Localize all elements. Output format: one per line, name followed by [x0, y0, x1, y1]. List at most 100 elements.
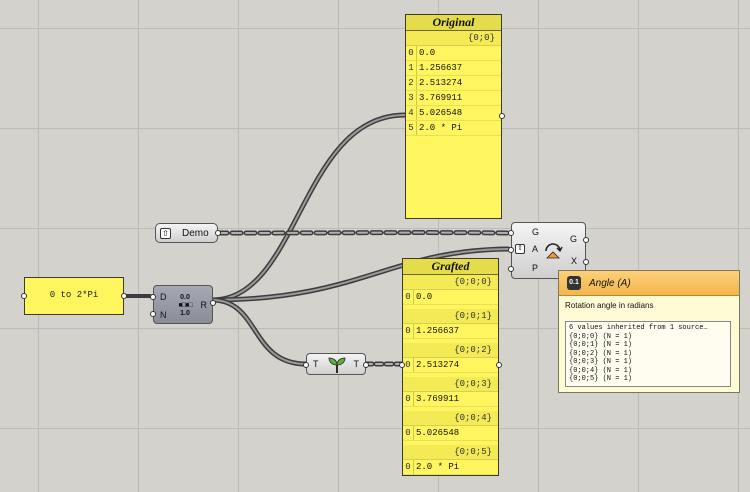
item-value: 3.769911 — [419, 93, 463, 103]
list-item: 5 2.0 * Pi — [406, 121, 501, 136]
item-index: 1 — [406, 61, 417, 75]
output-grip[interactable] — [583, 237, 589, 243]
input-grip[interactable] — [508, 247, 514, 253]
list-item: 1 1.256637 — [406, 61, 501, 76]
output-grip[interactable] — [363, 362, 369, 368]
item-index: 4 — [406, 106, 417, 120]
tooltip-line: {0;0;5} (N = 1) — [569, 375, 633, 383]
tree-output-label[interactable]: T — [354, 359, 360, 369]
wire-range-to-graft[interactable] — [209, 297, 309, 367]
original-panel-title: Original — [406, 15, 501, 31]
range-icon-dots: ■□■□ — [178, 302, 193, 309]
range-icon-start: 0.0 — [180, 294, 190, 301]
item-index: 0 — [403, 460, 414, 474]
branch-path: {0;0;2} — [403, 343, 498, 358]
list-item: 0 2.513274 — [403, 358, 498, 373]
original-panel[interactable]: Original {0;0} 0 0.0 1 1.256637 2 2.513274 … — [405, 14, 505, 219]
output-grip[interactable] — [121, 293, 127, 299]
original-panel-body: {0;0} 0 0.0 1 1.256637 2 2.513274 3 3.769911… — [406, 31, 501, 136]
list-item: 0 0.0 — [403, 290, 498, 305]
tooltip-description: Rotation angle in radians — [565, 301, 654, 310]
angle-input-toggle[interactable]: ⇧ — [515, 244, 525, 254]
parameter-tooltip: 0.1 Angle (A) Rotation angle in radians … — [558, 270, 740, 393]
rotate-icon — [545, 243, 563, 259]
item-index: 0 — [403, 290, 414, 304]
geometry-input-label[interactable]: G — [532, 227, 539, 237]
range-output-label[interactable]: R — [201, 300, 208, 310]
tooltip-line: {0;0;3} (N = 1) — [569, 358, 633, 366]
list-item: 4 5.026548 — [406, 106, 501, 121]
branch-path: {0;0;0} — [403, 275, 498, 290]
output-grip[interactable] — [210, 300, 216, 306]
branch-path: {0;0;3} — [403, 377, 498, 392]
input-grip[interactable] — [21, 293, 27, 299]
item-value: 0.0 — [416, 292, 433, 302]
tooltip-header: 0.1 Angle (A) — [559, 271, 739, 296]
angle-input-label[interactable]: A — [532, 244, 538, 254]
range-component[interactable]: D N R 0.0 ■□■□ 1.0 — [150, 285, 216, 324]
list-item: 0 5.026548 — [403, 426, 498, 441]
tooltip-summary: 6 values inherited from 1 source… — [569, 324, 708, 332]
input-grip[interactable] — [150, 311, 156, 317]
output-grip[interactable] — [215, 230, 221, 236]
branch-path: {0;0} — [406, 31, 501, 46]
item-index: 0 — [403, 392, 414, 406]
output-grip[interactable] — [583, 259, 589, 265]
item-value: 2.0 * Pi — [419, 123, 463, 133]
item-value: 2.0 * Pi — [416, 462, 460, 472]
item-index: 3 — [406, 91, 417, 105]
tooltip-line: {0;0;0} (N = 1) — [569, 332, 633, 341]
branch-path: {0;0;5} — [403, 445, 498, 460]
range-icon-end: 1.0 — [180, 310, 190, 317]
list-item: 2 2.513274 — [406, 76, 501, 91]
item-index: 0 — [403, 324, 414, 338]
tooltip-line: {0;0;2} (N = 1) — [569, 349, 633, 358]
list-item: 0 0.0 — [406, 46, 501, 61]
item-value: 5.026548 — [416, 428, 460, 438]
item-index: 5 — [406, 121, 417, 135]
steps-input-label[interactable]: N — [160, 310, 167, 320]
demo-parameter[interactable]: ⇧ Demo — [155, 223, 221, 243]
plane-input-label[interactable]: P — [532, 263, 538, 273]
domain-input-label[interactable]: D — [160, 292, 167, 302]
tooltip-data-box: 6 values inherited from 1 source… {0;0;0… — [565, 321, 731, 387]
upload-icon: ⇧ — [160, 228, 171, 239]
item-value: 2.513274 — [419, 78, 463, 88]
range-icon: 0.0 ■□■□ 1.0 — [174, 294, 196, 317]
grafted-panel-body: {0;0;0} 0 0.0 {0;0;1} 0 1.256637 {0;0;2} 0… — [403, 275, 498, 475]
tooltip-line: {0;0;4} (N = 1) — [569, 366, 633, 375]
grafted-panel[interactable]: Grafted {0;0;0} 0 0.0 {0;0;1} 0 1.256637 {… — [399, 258, 502, 476]
graft-component[interactable]: T T — [303, 353, 369, 375]
item-value: 2.513274 — [416, 360, 460, 370]
list-item: 3 3.769911 — [406, 91, 501, 106]
input-grip[interactable] — [508, 230, 514, 236]
output-grip[interactable] — [499, 113, 505, 119]
number-icon: 0.1 — [567, 276, 581, 290]
item-value: 3.769911 — [416, 394, 460, 404]
range-input-value: 0 to 2*Pi — [49, 290, 99, 300]
input-grip[interactable] — [150, 294, 156, 300]
input-grip[interactable] — [399, 362, 405, 368]
tooltip-line: {0;0;1} (N = 1) — [569, 341, 633, 349]
list-item: 0 3.769911 — [403, 392, 498, 407]
input-grip[interactable] — [303, 362, 309, 368]
item-value: 0.0 — [419, 48, 436, 58]
geometry-output-label[interactable]: G — [570, 234, 577, 244]
item-index: 0 — [406, 46, 417, 60]
range-input-panel[interactable]: 0 to 2*Pi — [21, 277, 127, 315]
list-item: 0 2.0 * Pi — [403, 460, 498, 475]
branch-path: {0;0;4} — [403, 411, 498, 426]
tooltip-title: Angle (A) — [589, 277, 631, 289]
item-value: 1.256637 — [416, 326, 460, 336]
output-grip[interactable] — [496, 362, 502, 368]
branch-path: {0;0;1} — [403, 309, 498, 324]
item-value: 5.026548 — [419, 108, 463, 118]
input-grip[interactable] — [508, 266, 514, 272]
graft-sprout-icon — [328, 357, 346, 373]
grafted-panel-title: Grafted — [403, 259, 498, 275]
tree-input-label[interactable]: T — [313, 359, 319, 369]
item-index: 2 — [406, 76, 417, 90]
wire-layer — [122, 112, 511, 367]
transform-output-label[interactable]: X — [571, 256, 577, 266]
list-item: 0 1.256637 — [403, 324, 498, 339]
